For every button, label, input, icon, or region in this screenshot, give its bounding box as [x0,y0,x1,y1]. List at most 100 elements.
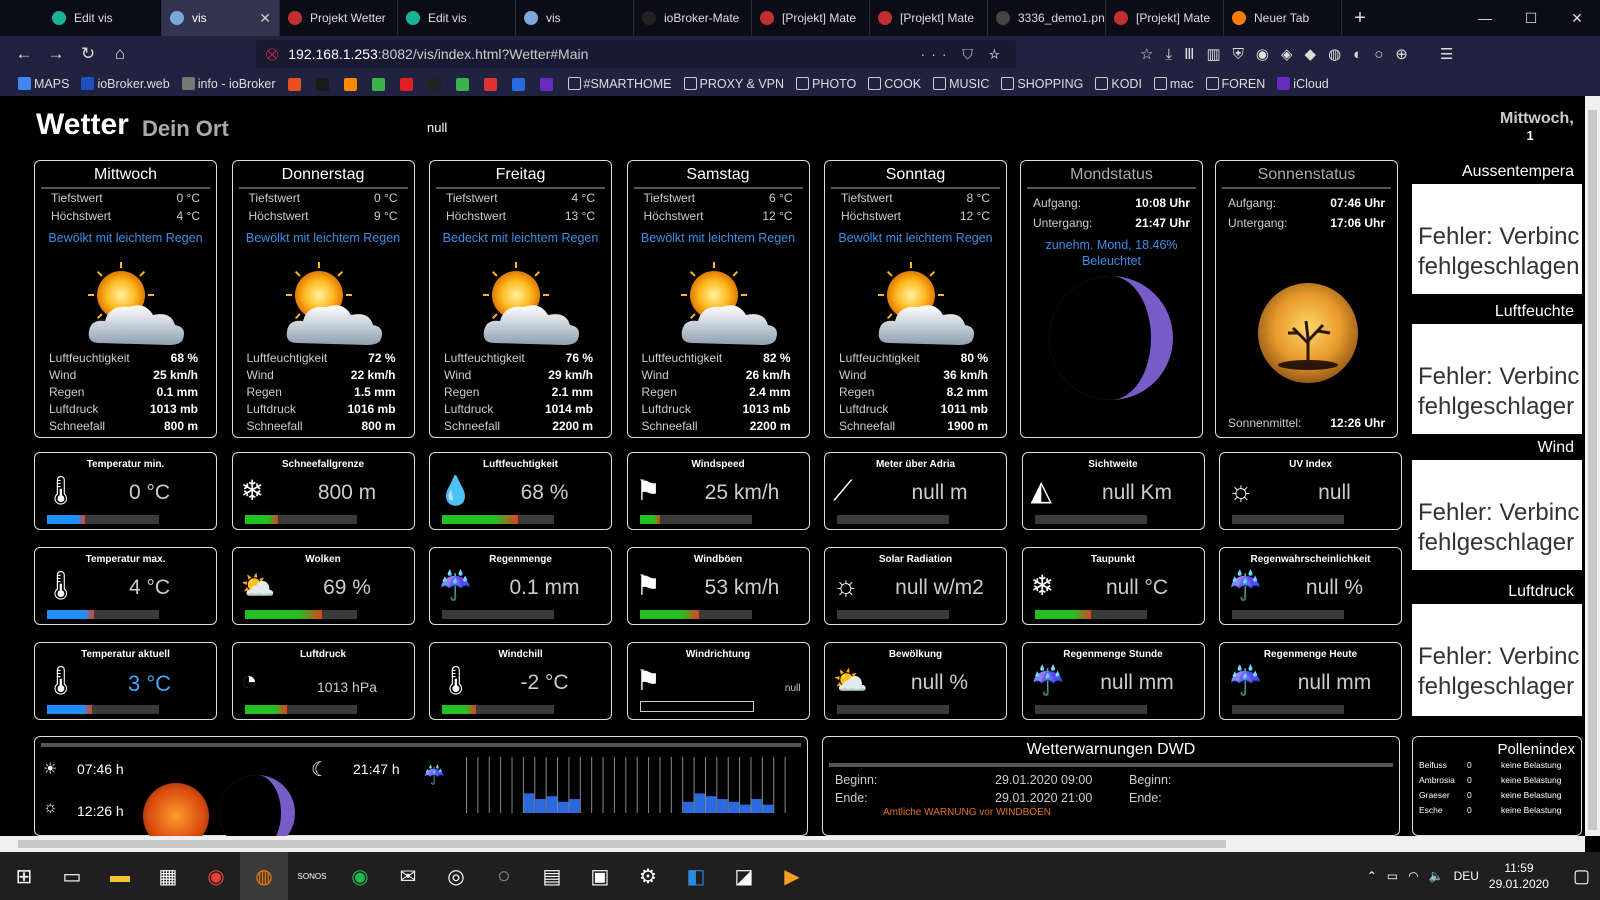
vertical-scrollbar[interactable] [1585,96,1600,836]
rain-bar [751,799,762,813]
browser-tab[interactable]: [Projekt] Mate [870,0,988,36]
volume-icon[interactable]: 🔈 [1429,869,1444,883]
app-icon[interactable]: ◌ [480,852,528,900]
notifications-icon[interactable]: ▢ [1573,866,1590,887]
bookmark-icon[interactable] [287,77,301,91]
url-actions[interactable]: ··· ⛉ ☆ [921,46,1006,63]
start-button[interactable]: ⊞ [0,852,48,900]
browser-tab[interactable]: Edit vis [398,0,516,36]
vscode-icon[interactable]: ◧ [672,852,720,900]
sync-icon[interactable]: ○ [1374,46,1383,63]
app-icon[interactable]: ▶ [768,852,816,900]
tray-chevron-icon[interactable]: ⌃ [1367,869,1377,883]
shield-icon[interactable]: ⛨ [1233,46,1244,63]
bookmark-item[interactable]: KODI [1095,77,1142,91]
rain-grid-line [636,757,638,813]
bookmark-item[interactable]: ioBroker.web [81,77,170,91]
bookmark-icon[interactable] [315,77,329,91]
bookmark-item[interactable]: MUSIC [933,77,989,91]
browser-tab[interactable]: 3336_demo1.png ( [988,0,1106,36]
bookmark-item[interactable]: mac [1153,77,1194,91]
browser-tab[interactable]: Neuer Tab [1224,0,1342,36]
browser-tab[interactable]: vis ✕ [162,0,280,36]
download-icon[interactable]: ⤓ [1165,46,1172,63]
detail-value: 72 % [368,351,396,365]
menu-icon[interactable]: ☰ [1440,45,1453,63]
extension-icon[interactable]: ◆ [1305,45,1317,63]
sensor-tile: Taupunkt ❄ null °C [1021,547,1205,625]
browser-tab[interactable]: Edit vis [44,0,162,36]
explorer-icon[interactable]: ▬ [96,852,144,900]
tile-value: 0.1 mm [509,576,580,599]
back-button[interactable]: ← [8,38,40,70]
day-details: Luftfeuchtigkeit 80 % Wind 36 km/h Regen 8.2 … [839,350,988,435]
bookmark-icon[interactable] [539,77,553,91]
bookmark-icon[interactable] [427,77,441,91]
value-bar [47,705,159,714]
chrome-icon[interactable]: ◉ [192,852,240,900]
close-tab-icon[interactable]: ✕ [259,10,271,27]
app-icon[interactable]: ◎ [432,852,480,900]
extension-icon[interactable]: ◉ [1256,45,1269,63]
bookmark-icon[interactable] [483,77,497,91]
bookmark-icon[interactable] [371,77,385,91]
mail-icon[interactable]: ✉ [384,852,432,900]
bookmark-item[interactable]: FOREN [1205,77,1265,91]
day-name: Samstag [633,161,803,189]
bookmark-item[interactable]: iCloud [1277,77,1329,91]
store-icon[interactable]: ▦ [144,852,192,900]
max-label: Höchstwert [841,209,902,223]
sidebar-icon[interactable]: ▥ [1206,45,1220,63]
firefox-icon[interactable]: ◍ [240,852,288,900]
wifi-icon[interactable]: ◠ [1408,869,1418,883]
app-icon[interactable]: ▤ [528,852,576,900]
rain-bar [523,793,535,813]
app-icon[interactable]: ◪ [720,852,768,900]
rain-grid-line [613,757,615,813]
bookmark-item[interactable]: PROXY & VPN [683,77,784,91]
home-button[interactable]: ⌂ [104,38,136,70]
close-window-button[interactable]: ✕ [1554,0,1600,36]
account-icon[interactable]: ◐ [1353,46,1362,63]
maximize-button[interactable]: ☐ [1508,0,1554,36]
clock[interactable]: 11:59 29.01.2020 [1489,860,1549,892]
battery-icon[interactable]: ▭ [1387,869,1398,883]
add-icon[interactable]: ⊕ [1395,45,1408,63]
bookmark-item[interactable]: info - ioBroker [181,77,276,91]
bookmark-item[interactable]: #SMARTHOME [567,77,672,91]
browser-tab[interactable]: vis [516,0,634,36]
bookmark-item[interactable]: COOK [868,77,921,91]
tile-value: 800 m [317,481,377,504]
horizontal-scrollbar[interactable] [0,836,1585,852]
new-tab-button[interactable]: + [1342,0,1378,36]
browser-tab[interactable]: [Projekt] Mate [1106,0,1224,36]
bookmark-icon[interactable] [343,77,357,91]
browser-tab[interactable]: ioBroker-Mate [634,0,752,36]
app-icon[interactable]: ▣ [576,852,624,900]
url-bar[interactable]: ⛒ 192.168.1.253 :8082/vis/index.html?Wet… [256,40,1016,68]
bookmark-icon[interactable] [455,77,469,91]
bookmark-star-icon[interactable]: ☆ [1140,45,1153,63]
tile-value: -2 °C [520,671,569,694]
solar-icon: ☼ [833,570,859,601]
sonos-icon[interactable]: SONOS [288,852,336,900]
bookmark-icon[interactable] [399,77,413,91]
rain-grid-line [659,757,661,813]
language-indicator[interactable]: DEU [1454,869,1479,883]
extension-icon[interactable]: ◍ [1328,45,1341,63]
bookmark-item[interactable]: SHOPPING [1001,77,1083,91]
value-bar [47,515,159,524]
reload-button[interactable]: ↻ [72,38,104,70]
bookmark-item[interactable]: MAPS [18,77,69,91]
forward-button[interactable]: → [40,38,72,70]
library-icon[interactable]: Ⅲ [1184,45,1194,63]
bookmark-item[interactable]: PHOTO [796,77,856,91]
extension-icon[interactable]: ◈ [1281,45,1293,63]
minimize-button[interactable]: — [1462,0,1508,36]
browser-tab[interactable]: Projekt Wetter [280,0,398,36]
browser-tab[interactable]: [Projekt] Mate [752,0,870,36]
task-view-icon[interactable]: ▭ [48,852,96,900]
settings-icon[interactable]: ⚙ [624,852,672,900]
bookmark-icon[interactable] [511,77,525,91]
spotify-icon[interactable]: ◉ [336,852,384,900]
